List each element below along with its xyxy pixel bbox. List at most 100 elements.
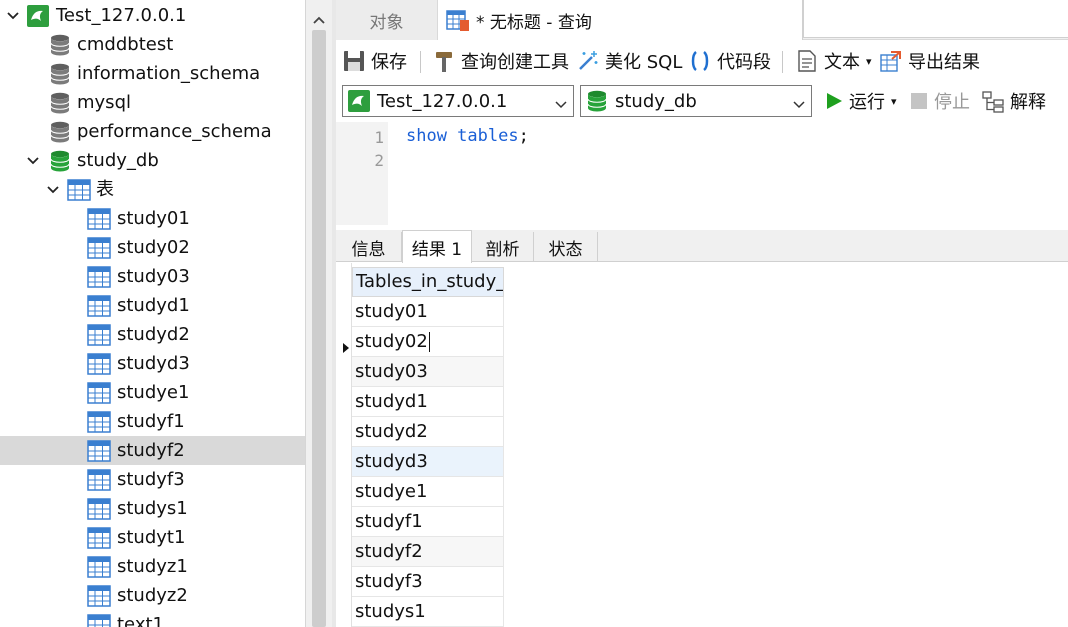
- tree-table-label: studye1: [117, 382, 190, 403]
- text-button[interactable]: 文本 ▾: [795, 42, 872, 80]
- tree-table-node[interactable]: studyz1: [0, 552, 305, 581]
- table-row[interactable]: studyf2: [352, 537, 504, 567]
- query-pane: 对象 * 无标题 - 查询 保存 查询创建工具 美化 SQL 代码段 文本 ▾ …: [336, 0, 1068, 627]
- table-row[interactable]: studyd3: [352, 447, 504, 477]
- table-row[interactable]: studyd2: [352, 417, 504, 447]
- cell-value: study03: [355, 361, 428, 382]
- tree-db-label: information_schema: [77, 63, 261, 84]
- table-row[interactable]: studyf3: [352, 567, 504, 597]
- export-icon: [879, 49, 903, 73]
- table-row[interactable]: studyd1: [352, 387, 504, 417]
- tab-profile[interactable]: 剖析: [472, 232, 534, 262]
- export-results-button[interactable]: 导出结果: [879, 42, 980, 80]
- save-button[interactable]: 保存: [342, 42, 407, 80]
- tree-db-label: cmddbtest: [77, 34, 174, 55]
- tree-table-node[interactable]: studys1: [0, 494, 305, 523]
- table-row[interactable]: study01: [352, 297, 504, 327]
- run-button[interactable]: 运行 ▾: [824, 82, 897, 120]
- tree-table-label: studyd2: [117, 324, 190, 345]
- chevron-down-icon[interactable]: [46, 183, 60, 197]
- table-icon: [87, 497, 111, 521]
- play-icon: [824, 89, 844, 113]
- stop-button[interactable]: 停止: [909, 82, 970, 120]
- database-select-value: study_db: [615, 90, 697, 112]
- line-number-gutter: 1 2: [336, 122, 388, 225]
- tree-connection-node[interactable]: Test_127.0.0.1: [0, 1, 305, 30]
- tree-table-node[interactable]: studyz2: [0, 581, 305, 610]
- table-icon: [87, 555, 111, 579]
- tree-tables-folder[interactable]: 表: [0, 175, 305, 204]
- tab-status[interactable]: 状态: [534, 232, 598, 262]
- table-row[interactable]: studye1: [352, 477, 504, 507]
- tree-table-node[interactable]: studyd2: [0, 320, 305, 349]
- tree-db-information-schema[interactable]: information_schema: [0, 59, 305, 88]
- tab-strip-empty: [803, 0, 1068, 38]
- sql-code[interactable]: show tables;: [406, 126, 529, 146]
- tree-table-label: studyz2: [117, 585, 188, 606]
- table-row[interactable]: study02: [352, 327, 504, 357]
- export-results-label: 导出结果: [908, 52, 980, 73]
- chevron-up-icon[interactable]: [312, 9, 326, 24]
- chevron-down-icon[interactable]: [555, 95, 567, 109]
- connection-select[interactable]: Test_127.0.0.1: [342, 85, 574, 117]
- explain-button[interactable]: 解释: [981, 82, 1046, 120]
- dropdown-arrow-icon[interactable]: ▾: [866, 55, 872, 68]
- database-select[interactable]: study_db: [580, 85, 812, 117]
- tree-table-node[interactable]: studyf3: [0, 465, 305, 494]
- cell-value: studyf2: [355, 541, 423, 562]
- tab-query[interactable]: * 无标题 - 查询: [438, 0, 803, 40]
- tab-info[interactable]: 信息: [336, 232, 402, 262]
- table-icon: [87, 352, 111, 376]
- tree-scrollbar[interactable]: [305, 0, 332, 627]
- table-row[interactable]: studys1: [352, 597, 504, 627]
- chevron-down-icon[interactable]: [793, 95, 805, 109]
- tree-db-performance-schema[interactable]: performance_schema: [0, 117, 305, 146]
- tree-table-node[interactable]: studyd3: [0, 349, 305, 378]
- tree-table-node[interactable]: studyf2: [0, 436, 305, 465]
- explain-label: 解释: [1010, 92, 1046, 113]
- table-row[interactable]: study03: [352, 357, 504, 387]
- query-tab-icon: [446, 8, 470, 32]
- database-active-icon: [48, 149, 72, 173]
- scrollbar-thumb[interactable]: [312, 30, 326, 627]
- tab-result-1[interactable]: 结果 1: [402, 230, 472, 263]
- tree-table-node[interactable]: studyt1: [0, 523, 305, 552]
- row-header-column: [336, 263, 352, 627]
- table-icon: [87, 613, 111, 627]
- tab-objects[interactable]: 对象: [336, 0, 438, 40]
- table-icon: [87, 439, 111, 463]
- database-active-icon: [585, 89, 609, 113]
- result-grid[interactable]: Tables_in_study_db study01 study02 study03…: [336, 263, 1068, 627]
- column-header[interactable]: Tables_in_study_db: [352, 267, 504, 297]
- text-label: 文本: [824, 52, 860, 73]
- beautify-sql-button[interactable]: 美化 SQL: [576, 42, 682, 80]
- tree-table-node[interactable]: study03: [0, 262, 305, 291]
- tree-db-mysql[interactable]: mysql: [0, 88, 305, 117]
- document-icon: [795, 49, 819, 73]
- chevron-down-icon[interactable]: [26, 154, 40, 168]
- query-builder-button[interactable]: 查询创建工具: [432, 42, 569, 80]
- tree-table-node[interactable]: studyf1: [0, 407, 305, 436]
- table-icon: [87, 410, 111, 434]
- tree-table-node[interactable]: studye1: [0, 378, 305, 407]
- table-row[interactable]: studyf1: [352, 507, 504, 537]
- tree-table-node[interactable]: study02: [0, 233, 305, 262]
- stop-label: 停止: [934, 92, 970, 113]
- cell-value: study01: [355, 301, 428, 322]
- tree-db-label: performance_schema: [77, 121, 272, 142]
- save-icon: [342, 49, 366, 73]
- tree-table-node[interactable]: text1: [0, 610, 305, 627]
- chevron-down-icon[interactable]: [6, 9, 20, 23]
- tree-tables-folder-label: 表: [96, 179, 114, 200]
- tree-table-node[interactable]: study01: [0, 204, 305, 233]
- code-snippet-button[interactable]: 代码段: [688, 42, 771, 80]
- tree-table-node[interactable]: studyd1: [0, 291, 305, 320]
- tree-db-cmddbtest[interactable]: cmddbtest: [0, 30, 305, 59]
- dropdown-arrow-icon[interactable]: ▾: [891, 95, 897, 108]
- document-tabs: 对象 * 无标题 - 查询: [336, 0, 1068, 40]
- table-icon: [87, 265, 111, 289]
- tree-table-label: study01: [117, 208, 190, 229]
- sql-editor[interactable]: 1 2 show tables;: [336, 122, 1068, 225]
- database-icon: [48, 120, 72, 144]
- tree-db-study-db[interactable]: study_db: [0, 146, 305, 175]
